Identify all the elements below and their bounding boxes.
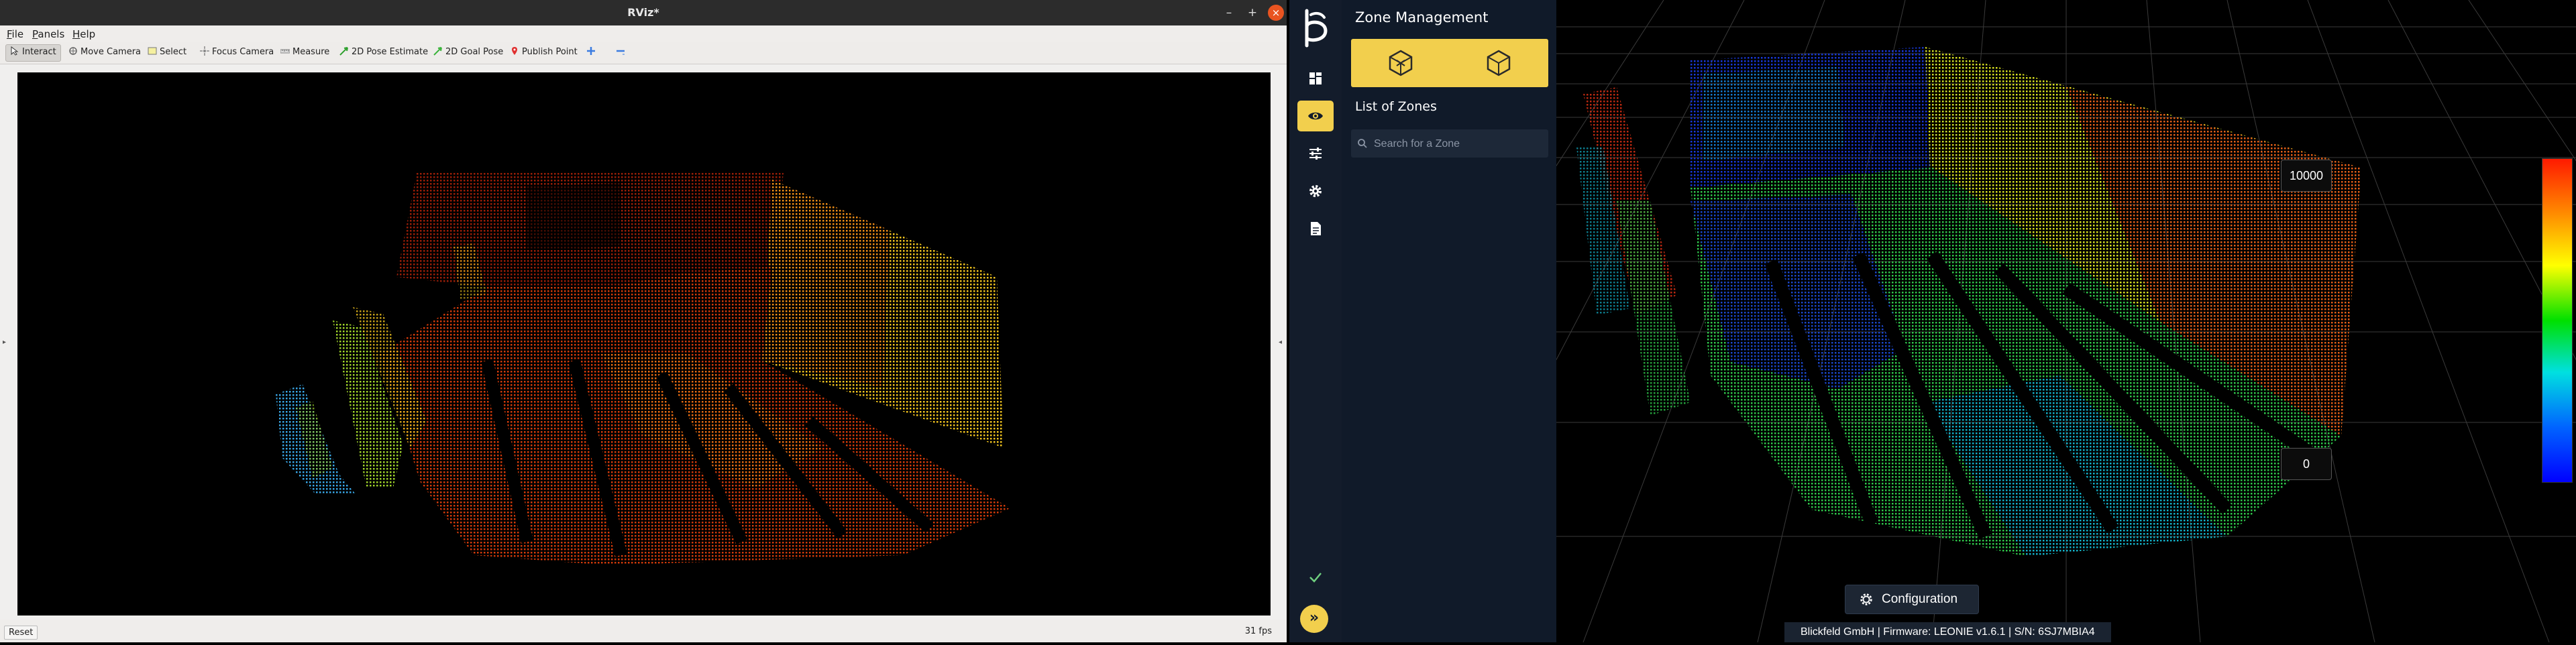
- menu-panels[interactable]: Panels: [32, 28, 64, 40]
- eye-icon: [1308, 112, 1323, 120]
- scale-min-input[interactable]: 0: [2281, 448, 2332, 480]
- select-tool[interactable]: Select: [144, 44, 191, 60]
- map-pin-icon: [512, 47, 517, 55]
- plus-icon: [587, 47, 595, 55]
- panel-title: Zone Management: [1355, 9, 1489, 25]
- rviz-titlebar: RViz* – + ×: [0, 0, 1287, 25]
- menubar: File Panels Help: [0, 25, 1287, 42]
- zone-search-input[interactable]: [1373, 133, 1543, 155]
- sidebar-apply-button[interactable]: [1297, 562, 1334, 593]
- gear-icon: [1309, 185, 1322, 197]
- rviz-3d-viewport[interactable]: [17, 72, 1271, 615]
- goal-pose-label: 2D Goal Pose: [445, 47, 504, 57]
- expand-sidebar-button[interactable]: »: [1300, 605, 1328, 633]
- menu-help[interactable]: Help: [72, 28, 95, 40]
- sidebar-documents-button[interactable]: [1297, 213, 1334, 244]
- camera-move-icon: [69, 47, 77, 55]
- move-camera-label: Move Camera: [80, 47, 142, 57]
- focus-icon: [200, 46, 209, 56]
- select-label: Select: [160, 47, 187, 57]
- document-icon: [1311, 222, 1321, 235]
- gear-icon: [1860, 593, 1872, 605]
- search-icon: [1358, 139, 1367, 148]
- move-camera-tool[interactable]: Move Camera: [64, 44, 145, 60]
- toolbar: Interact Move Camera Select Focus Camera…: [0, 42, 1287, 64]
- scale-max-input[interactable]: 10000: [2281, 160, 2332, 192]
- zone-search-box: [1351, 129, 1548, 158]
- measure-label: Measure: [292, 47, 330, 57]
- statusbar: Reset 31 fps: [0, 620, 1287, 642]
- reset-button[interactable]: Reset: [4, 626, 38, 640]
- goal-pose-arrow-icon: [433, 47, 442, 56]
- menu-file-mnemonic: F: [7, 28, 12, 40]
- pose-estimate-tool[interactable]: 2D Pose Estimate: [335, 44, 432, 60]
- sidebar-zones-button[interactable]: [1297, 101, 1334, 131]
- rviz-point-cloud: [276, 173, 1010, 565]
- sidebar-filters-button[interactable]: [1297, 138, 1334, 169]
- interact-tool[interactable]: Interact: [5, 44, 61, 62]
- select-icon: [148, 47, 157, 55]
- menu-help-mnemonic: H: [72, 28, 80, 40]
- menu-file-label: ile: [11, 28, 24, 40]
- rviz-window: RViz* – + × File Panels Help Interact Mo…: [0, 0, 1287, 642]
- minus-icon: [616, 50, 625, 55]
- intensity-colorbar: [2542, 158, 2573, 483]
- sidebar-dashboard-button[interactable]: [1297, 63, 1334, 94]
- publish-point-tool[interactable]: Publish Point: [506, 44, 582, 60]
- configuration-button[interactable]: Configuration: [1845, 585, 1979, 614]
- focus-camera-tool[interactable]: Focus Camera: [196, 44, 278, 60]
- left-dock-collapse-icon[interactable]: ▸: [3, 339, 9, 346]
- double-chevron-right-icon: »: [1309, 609, 1320, 626]
- close-button[interactable]: ×: [1268, 5, 1284, 21]
- fps-counter: 31 fps: [1244, 626, 1272, 636]
- remove-tool-button[interactable]: [612, 44, 632, 60]
- add-zone-cube-icon[interactable]: [1385, 47, 1417, 79]
- blickfeld-logo-icon: [1305, 9, 1328, 48]
- dashboard-icon: [1309, 72, 1322, 84]
- pose-estimate-arrow-icon: [339, 47, 348, 56]
- interact-label: Interact: [22, 47, 56, 57]
- minimize-button[interactable]: –: [1221, 5, 1237, 21]
- measure-tool[interactable]: Measure: [276, 44, 333, 60]
- window-title: RViz*: [627, 6, 659, 19]
- goal-pose-tool[interactable]: 2D Goal Pose: [429, 44, 507, 60]
- sidebar: »: [1289, 0, 1342, 642]
- checkmark-icon: [1309, 573, 1322, 583]
- cube-icon[interactable]: [1483, 47, 1515, 79]
- device-info-footer: Blickfeld GmbH | Firmware: LEONIE v1.6.1…: [1784, 622, 2111, 642]
- add-tool-button[interactable]: [582, 44, 602, 60]
- zone-type-selector: [1351, 39, 1548, 87]
- cursor-icon: [11, 46, 19, 56]
- ruler-icon: [280, 49, 290, 54]
- menu-file[interactable]: File: [7, 28, 23, 40]
- sidebar-settings-button[interactable]: [1297, 176, 1334, 207]
- right-dock-collapse-icon[interactable]: ◂: [1279, 339, 1285, 346]
- menu-panels-label: anels: [38, 28, 65, 40]
- configuration-label: Configuration: [1882, 592, 1958, 606]
- sliders-icon: [1309, 148, 1322, 160]
- point-cloud-view: [1247, 0, 2576, 643]
- maximize-button[interactable]: +: [1244, 5, 1260, 21]
- list-of-zones-heading: List of Zones: [1355, 99, 1437, 114]
- zone-management-panel: Zone Management List of Zones: [1342, 0, 1556, 642]
- lidar-3d-scene[interactable]: 10000 0 Configuration Blickfeld GmbH | F…: [1247, 0, 2576, 643]
- focus-camera-label: Focus Camera: [212, 47, 274, 57]
- pose-estimate-label: 2D Pose Estimate: [352, 47, 429, 57]
- menu-help-label: elp: [80, 28, 96, 40]
- blickfeld-app: » Zone Management List of Zones Search f…: [1247, 0, 2576, 643]
- publish-point-label: Publish Point: [522, 47, 578, 57]
